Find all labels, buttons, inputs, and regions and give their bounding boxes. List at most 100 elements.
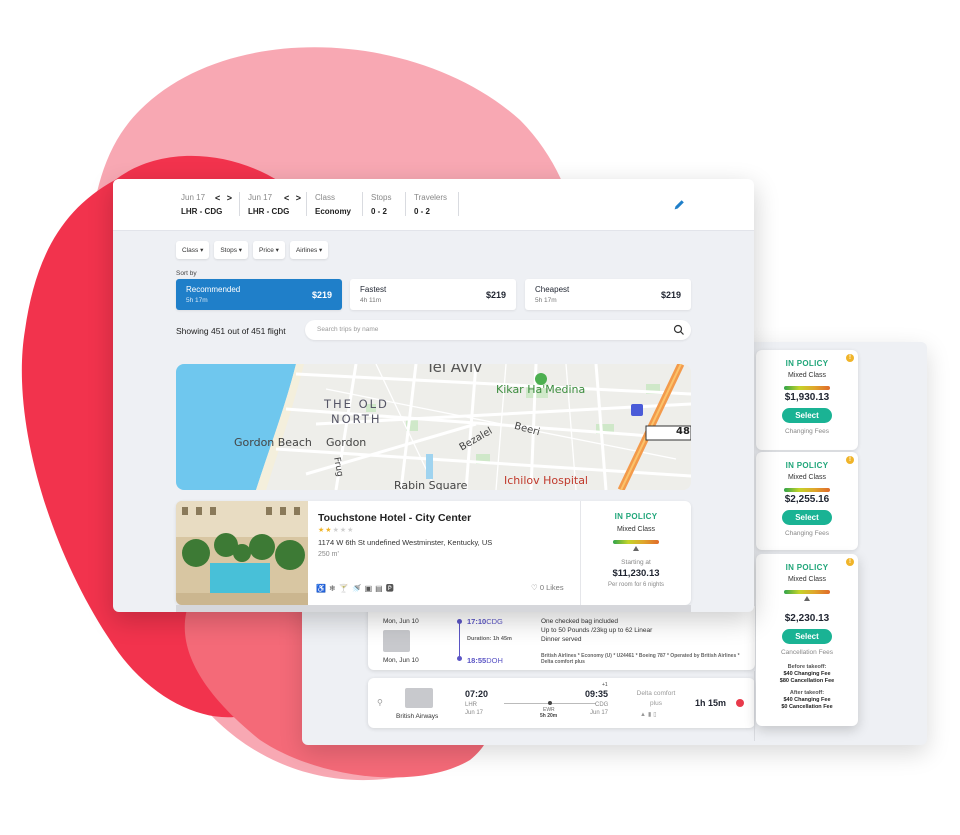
divider (239, 192, 240, 216)
policy-status: IN POLICY (614, 512, 658, 521)
sort-option-time: 4h 11m (360, 297, 382, 304)
stops-value: 0 - 2 (371, 207, 388, 216)
policy-class: Mixed Class (616, 526, 656, 533)
flight-row-card[interactable]: ⚲ British Airways 07:20 LHR Jun 17 EWR 5… (368, 678, 755, 728)
detail-dep-code: CDG (486, 617, 503, 626)
filter-price[interactable]: Price ▾ (253, 241, 285, 259)
departure-date: Jun 17 (181, 193, 206, 202)
next-card-edge (176, 605, 691, 612)
filter-airlines[interactable]: Airlines ▾ (289, 241, 329, 259)
fee-link[interactable]: Changing Fees (756, 428, 858, 435)
fee-link[interactable]: Cancellation Fees (756, 649, 858, 656)
stop-time: 5h 20m (540, 713, 558, 719)
detail-arr-code: DOH (486, 656, 503, 665)
row-dep-code: LHR (465, 702, 478, 708)
map-label-old: THE OLD (324, 397, 389, 411)
like-button[interactable]: ♡ 0 Likes (531, 583, 564, 592)
detail-dep-date: Mon, Jun 10 (383, 618, 419, 625)
filter-stops[interactable]: Stops ▾ (214, 241, 249, 259)
divider (405, 192, 406, 216)
pencil-icon[interactable] (672, 198, 686, 212)
policy-amount: $1,930.13 (784, 392, 830, 403)
return-date: Jun 17 (248, 193, 273, 202)
policy-amount: $2,255.16 (784, 494, 830, 505)
class-segment[interactable]: Class Economy (315, 193, 351, 216)
amenity-icons: ♿❄🍸🚿▣▤🅿 (316, 584, 397, 593)
search-input[interactable]: Search trips by name (317, 326, 378, 333)
filter-bar: Class ▾ Stops ▾ Price ▾ Airlines ▾ (176, 241, 329, 259)
hotel-distance: 250 m' (318, 551, 339, 558)
policy-status: IN POLICY (785, 461, 829, 470)
detail-duration: Duration: 1h 45m (467, 636, 512, 642)
policy-indicator (633, 546, 639, 551)
sort-option-price: $219 (311, 290, 332, 300)
timeline-dot-top (457, 619, 462, 624)
sort-option-time: 5h 17m (186, 297, 208, 304)
map-label-gordon: Gordon (326, 436, 367, 449)
starting-label: Starting at (621, 559, 651, 566)
policy-card-1: ! IN POLICY Mixed Class $1,930.13 Select… (756, 350, 858, 450)
stops-segment[interactable]: Stops 0 - 2 (371, 193, 391, 216)
policy-card-2: ! IN POLICY Mixed Class $2,255.16 Select… (756, 452, 858, 550)
remove-icon[interactable] (736, 699, 744, 707)
divider (362, 192, 363, 216)
sort-cheapest[interactable]: Cheapest 5h 17m $219 (525, 279, 691, 310)
hotel-card[interactable]: Touchstone Hotel - City Center ★★★★★ 117… (176, 501, 691, 605)
policy-status: IN POLICY (785, 563, 829, 572)
timeline-dot-bottom (457, 656, 462, 661)
sort-fastest[interactable]: Fastest 4h 11m $219 (350, 279, 516, 310)
hotel-address: 1174 W 6th St undefined Westminster, Ken… (318, 538, 493, 547)
link-icon[interactable]: ⚲ (377, 698, 383, 707)
divider (306, 192, 307, 216)
airline-name: British Airways (396, 713, 439, 720)
return-nav-arrows[interactable]: < > (284, 193, 303, 203)
hotel-price: $11,230.13 (612, 568, 660, 579)
travelers-segment[interactable]: Travelers 0 - 2 (414, 193, 447, 216)
map-streets (176, 364, 691, 490)
trip-search[interactable]: Search trips by name (305, 320, 691, 340)
warning-icon: ! (846, 456, 854, 464)
select-button[interactable]: Select (782, 408, 832, 423)
map-label-north: NORTH (331, 412, 382, 426)
dinner-line: Dinner served (541, 636, 582, 643)
detail-arr-date: Mon, Jun 10 (383, 657, 419, 664)
policy-card-3: ! IN POLICY Mixed Class $2,230.13 Select… (756, 554, 858, 726)
map-label-kikar: Kikar Ha'Medina (496, 383, 586, 396)
select-button[interactable]: Select (782, 629, 832, 644)
policy-indicator (804, 596, 810, 601)
row-arr-code: CDG (595, 702, 609, 708)
price-note: Per room for 6 nights (607, 582, 665, 588)
select-button[interactable]: Select (782, 510, 832, 525)
map-label-gordon-beach: Gordon Beach (234, 436, 312, 449)
after-takeoff-fees: After takeoff: $40 Changing Fee $0 Cance… (756, 690, 858, 711)
airline-logo-placeholder (405, 688, 433, 708)
sort-recommended[interactable]: Recommended 5h 17m $219 (176, 279, 342, 310)
hotel-stars: ★★★★★ (318, 527, 355, 534)
row-dep-time: 07:20 (465, 689, 489, 699)
filter-class[interactable]: Class ▾ (176, 241, 210, 259)
timeline-line (459, 620, 460, 658)
map-label-route-number: 48 (676, 426, 690, 437)
departure-nav-arrows[interactable]: < > (215, 193, 234, 203)
warning-icon: ! (846, 558, 854, 566)
policy-class: Mixed Class (787, 474, 827, 481)
stops-label: Stops (371, 193, 392, 202)
after-changing-fee: $40 Changing Fee (783, 697, 831, 703)
fee-link[interactable]: Changing Fees (756, 530, 858, 537)
policy-gradient-bar (784, 386, 830, 390)
sort-option-price: $219 (660, 290, 681, 300)
divider (754, 671, 755, 741)
after-cancel-fee: $0 Cancellation Fee (781, 704, 833, 710)
stop-dot (548, 701, 552, 705)
class-value: Economy (315, 207, 352, 216)
detail-dep-time: 17:10CDG (467, 617, 503, 626)
before-takeoff-fees: Before takeoff: $40 Changing Fee $80 Can… (756, 664, 858, 685)
sort-option-price: $219 (485, 290, 506, 300)
search-icon[interactable] (673, 324, 685, 336)
sort-option-name: Recommended (186, 285, 241, 294)
before-cancel-fee: $80 Cancellation Fee (779, 678, 835, 684)
hotel-name[interactable]: Touchstone Hotel - City Center (318, 512, 471, 524)
map-view[interactable]: Tel Aviv Kikar Ha'Medina THE OLD NORTH G… (176, 364, 691, 490)
likes-count: 0 Likes (539, 583, 564, 592)
policy-class: Mixed Class (787, 372, 827, 379)
